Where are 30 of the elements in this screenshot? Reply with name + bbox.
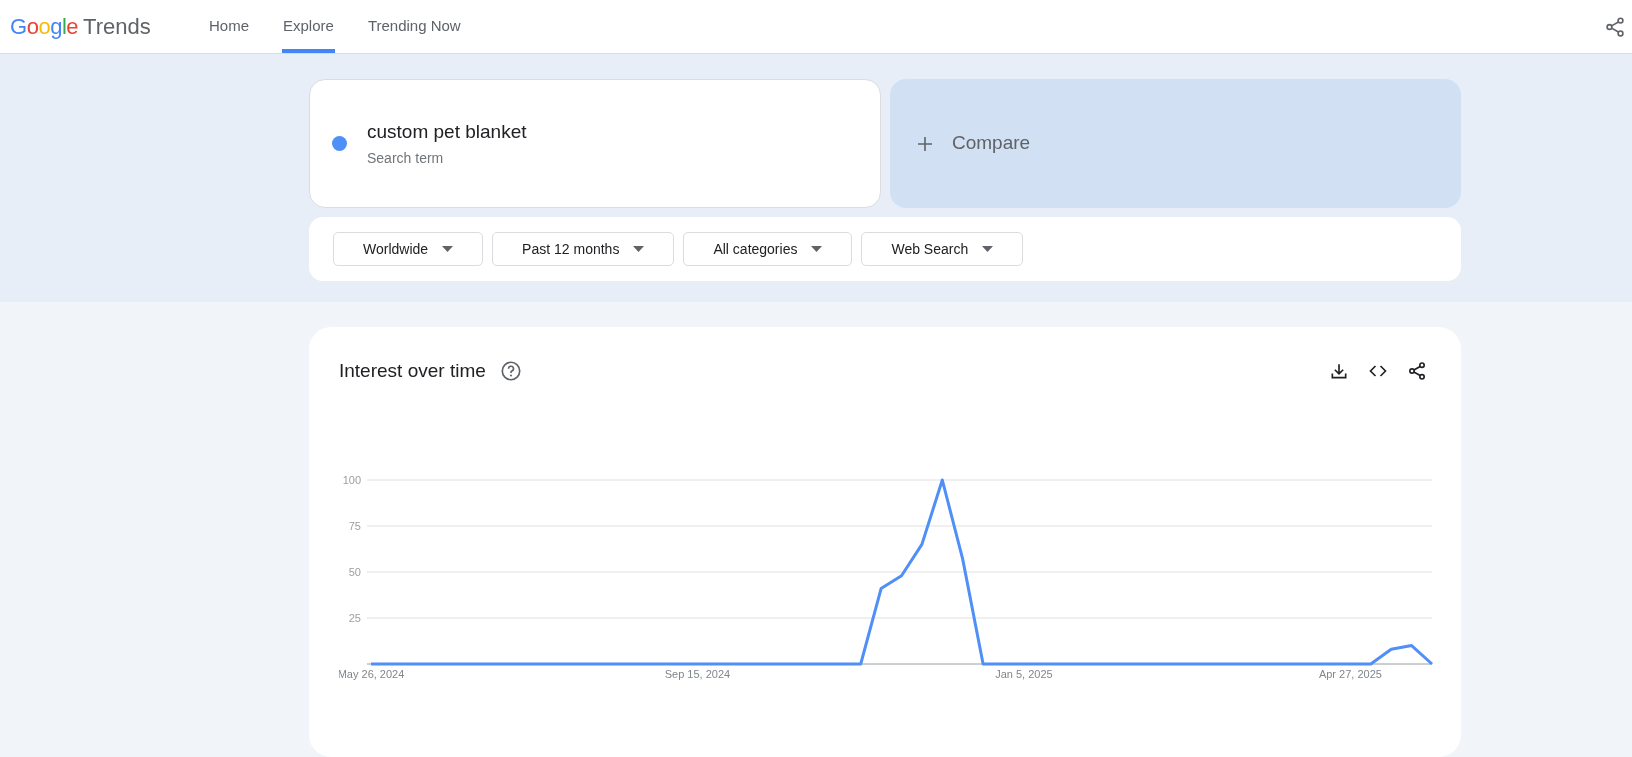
compare-button[interactable]: Compare <box>890 79 1461 209</box>
search-term-label: Search term <box>367 149 445 169</box>
x-axis-label: Apr 27, 2025 <box>1318 667 1382 680</box>
share-icon[interactable] <box>1407 361 1427 382</box>
dropdown-caret-icon <box>633 246 645 253</box>
plus-icon <box>916 134 934 153</box>
dropdown-caret-icon <box>442 246 454 253</box>
dropdown-caret-icon <box>982 246 994 253</box>
trends-logo-text: Trends <box>83 13 151 42</box>
filter-dropdown[interactable]: Web Search <box>861 232 1024 267</box>
y-axis-label: 25 <box>348 611 361 624</box>
download-icon[interactable] <box>1329 361 1349 382</box>
chart-title: Interest over time <box>339 359 486 383</box>
x-axis-label: May 26, 2024 <box>339 667 405 680</box>
y-axis-label: 50 <box>348 565 361 578</box>
nav-tab[interactable]: Home <box>208 0 250 54</box>
nav-tab[interactable]: Trending Now <box>366 0 462 54</box>
filter-dropdown[interactable]: Worldwide <box>333 232 484 267</box>
y-axis-label: 75 <box>348 519 361 532</box>
help-icon[interactable] <box>499 360 522 383</box>
dropdown-caret-icon <box>811 246 823 253</box>
filter-dropdown[interactable]: Past 12 months <box>492 232 675 267</box>
x-axis-label: Sep 15, 2024 <box>664 667 731 680</box>
search-term: custom pet blanket <box>367 120 527 144</box>
share-icon[interactable] <box>1604 15 1626 38</box>
x-axis-label: Jan 5, 2025 <box>995 667 1053 680</box>
google-logo[interactable]: Google <box>10 10 78 44</box>
filter-dropdown[interactable]: All categories <box>683 232 853 267</box>
y-axis-label: 100 <box>342 473 361 486</box>
search-term-card[interactable]: custom pet blanket Search term <box>309 79 881 209</box>
